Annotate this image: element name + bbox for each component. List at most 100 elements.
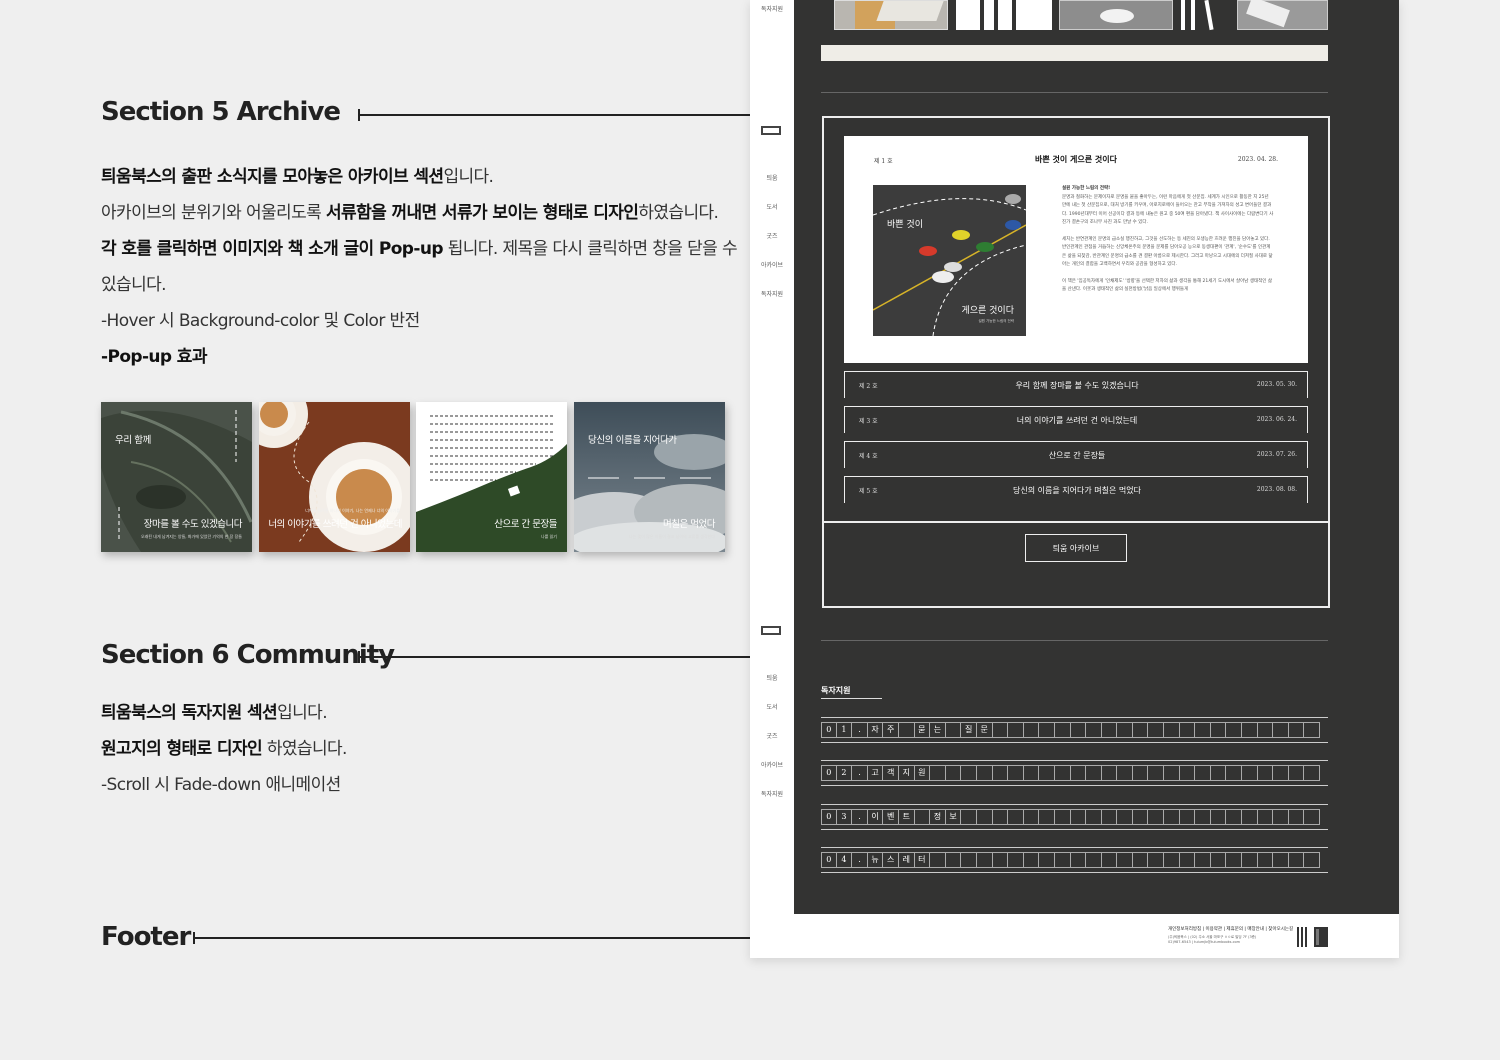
nav-item-tuium[interactable]: 틔움 bbox=[750, 173, 794, 182]
grid-cell bbox=[1258, 765, 1274, 781]
nav-item-community[interactable]: 독자지원 bbox=[750, 789, 794, 798]
grid-cell bbox=[1258, 809, 1274, 825]
issue-popup-card[interactable]: 제 1 호 바쁜 것이 게으른 것이다 2023. 04. 28. 바쁜 것이 … bbox=[844, 136, 1308, 363]
grid-cell bbox=[1024, 765, 1040, 781]
grid-cell bbox=[1273, 722, 1289, 738]
goods-photo bbox=[1237, 0, 1328, 30]
nav-item-goods[interactable]: 굿즈 bbox=[750, 731, 794, 740]
thumbnail-title: 며칠은 먹었다 bbox=[663, 519, 715, 530]
grid-cell bbox=[1289, 852, 1305, 868]
issue-title[interactable]: 산으로 간 문장들 bbox=[845, 450, 1309, 461]
grid-cell bbox=[961, 765, 977, 781]
issue-title[interactable]: 너의 이야기를 쓰려던 건 아니었는데 bbox=[845, 415, 1309, 426]
grid-cell bbox=[946, 765, 962, 781]
issue-row-3[interactable]: 제 3 호 너의 이야기를 쓰려던 건 아니었는데 2023. 06. 24. bbox=[844, 406, 1308, 433]
website-mockup: 독자지원 틔움 도서 굿즈 아카이브 독자지원 틔움 도서 굿즈 아카이브 독자… bbox=[750, 0, 1399, 958]
grid-cell bbox=[1008, 765, 1024, 781]
description-line: 아카이브의 분위기와 어울리도록 서류함을 꺼내면 서류가 보이는 형태로 디자… bbox=[101, 195, 741, 231]
body-text: 입니다. bbox=[277, 703, 328, 723]
archive-cabinet: 제 1 호 바쁜 것이 게으른 것이다 2023. 04. 28. 바쁜 것이 … bbox=[822, 116, 1330, 608]
section6-leader-line bbox=[358, 651, 775, 663]
emphasis-text: 틔움북스의 출판 소식지를 모아놓은 아카이브 섹션 bbox=[101, 167, 444, 187]
body-text: 하였습니다. bbox=[262, 739, 348, 759]
issue-title[interactable]: 당신의 이름을 지어다가 며칠은 먹었다 bbox=[845, 485, 1309, 496]
thumbnail-issue-2: 우리 함께 장마를 볼 수도 있겠습니다 오래된 내게 남겨지는 양들, 화가에… bbox=[101, 402, 252, 552]
grid-cell: 고 bbox=[868, 765, 884, 781]
community-title-underline bbox=[821, 698, 882, 699]
nav-item-tuium[interactable]: 틔움 bbox=[750, 673, 794, 682]
footer-company-info: (주)틔움북스 | (02) 주소 서울 마포구 ㅇㅇ로 빌딩 7F (3층) … bbox=[1168, 935, 1256, 945]
grid-cell bbox=[1008, 852, 1024, 868]
section5-description: 틔움북스의 출판 소식지를 모아놓은 아카이브 섹션입니다. 아카이브의 분위기와… bbox=[101, 159, 741, 375]
faq-row[interactable]: 01.자주묻는질문 bbox=[821, 717, 1328, 743]
grid-cell: 스 bbox=[883, 852, 899, 868]
grid-cell: 질 bbox=[961, 722, 977, 738]
grid-cell bbox=[1226, 722, 1243, 738]
nav-item-books[interactable]: 도서 bbox=[750, 202, 794, 211]
emphasis-text: 서류함을 꺼내면 서류가 보이는 형태로 디자인 bbox=[325, 203, 639, 223]
issue-cover-image: 바쁜 것이 게으른 것이다 설원 가능한 느림의 전략 bbox=[873, 185, 1026, 336]
footer-links[interactable]: 개인정보처리방침 | 이용약관 | 제휴문의 | 매장안내 | 찾아오시는길 bbox=[1168, 926, 1293, 932]
issue-date: 2023. 08. 08. bbox=[1256, 486, 1297, 493]
issue-title[interactable]: 우리 함께 장마를 볼 수도 있겠습니다 bbox=[845, 380, 1309, 391]
section-divider bbox=[821, 92, 1328, 93]
grid-cell bbox=[1226, 809, 1243, 825]
section6-description: 틔움북스의 독자지원 섹션입니다. 원고지의 형태로 디자인 하였습니다. -Scr… bbox=[101, 695, 741, 803]
grid-cell bbox=[1242, 765, 1258, 781]
grid-cell bbox=[1086, 852, 1102, 868]
grid-cell bbox=[1102, 852, 1118, 868]
description-line: -Hover 시 Background-color 및 Color 반전 bbox=[101, 303, 741, 339]
grid-cell: 벤 bbox=[883, 809, 899, 825]
grid-cell bbox=[1024, 722, 1040, 738]
grid-cell bbox=[1164, 809, 1180, 825]
issue-row-5[interactable]: 제 5 호 당신의 이름을 지어다가 며칠은 먹었다 2023. 08. 08. bbox=[844, 476, 1308, 503]
nav-item-books[interactable]: 도서 bbox=[750, 702, 794, 711]
cover-label-top: 바쁜 것이 bbox=[887, 220, 923, 230]
section6-title: Section 6 Community bbox=[101, 640, 395, 670]
customer-support-row[interactable]: 02.고객지원 bbox=[821, 760, 1328, 786]
nav-item-community[interactable]: 독자지원 bbox=[750, 289, 794, 298]
grid-cell bbox=[1148, 765, 1165, 781]
grid-cell bbox=[1055, 809, 1071, 825]
nav-menu-icon[interactable] bbox=[761, 126, 781, 135]
grid-cell bbox=[1039, 765, 1055, 781]
section5-title: Section 5 Archive bbox=[101, 97, 341, 127]
grid-cell bbox=[993, 809, 1009, 825]
grid-cell bbox=[1086, 722, 1102, 738]
grid-cell bbox=[1117, 809, 1133, 825]
content-area: 제 1 호 바쁜 것이 게으른 것이다 2023. 04. 28. 바쁜 것이 … bbox=[794, 0, 1399, 914]
newsletter-row[interactable]: 04.뉴스레터 bbox=[821, 847, 1328, 873]
grid-cell bbox=[1226, 852, 1243, 868]
grid-cell: 지 bbox=[899, 765, 915, 781]
description-paragraph: 세치는 반연관계인 문명의 급소실 행진하고, 그것을 선도하는 등 세진의 모… bbox=[1062, 236, 1273, 268]
issue-row-4[interactable]: 제 4 호 산으로 간 문장들 2023. 07. 26. bbox=[844, 441, 1308, 468]
grid-cell: 4 bbox=[837, 852, 853, 868]
issue-date: 2023. 04. 28. bbox=[1237, 156, 1278, 163]
grid-cell bbox=[1164, 722, 1180, 738]
nav-item-community[interactable]: 독자지원 bbox=[750, 4, 794, 13]
grid-cell bbox=[1164, 765, 1180, 781]
grid-cell bbox=[1024, 809, 1040, 825]
grid-cell bbox=[1055, 722, 1071, 738]
body-text: -Scroll 시 Fade-down 애니메이션 bbox=[101, 775, 341, 795]
grid-cell: 레 bbox=[899, 852, 915, 868]
nav-menu-icon[interactable] bbox=[761, 626, 781, 635]
nav-item-goods[interactable]: 굿즈 bbox=[750, 231, 794, 240]
grid-cell bbox=[1086, 765, 1102, 781]
nav-item-archive[interactable]: 아카이브 bbox=[750, 760, 794, 769]
grid-cell bbox=[1195, 722, 1211, 738]
nav-item-archive[interactable]: 아카이브 bbox=[750, 260, 794, 269]
event-info-row[interactable]: 03.이벤트정보 bbox=[821, 804, 1328, 830]
grid-cell bbox=[1133, 809, 1149, 825]
grid-cell: . bbox=[852, 765, 868, 781]
issue-row-2[interactable]: 제 2 호 우리 함께 장마를 볼 수도 있겠습니다 2023. 05. 30. bbox=[844, 371, 1308, 398]
archive-thumbnails: 우리 함께 장마를 볼 수도 있겠습니다 오래된 내게 남겨지는 양들, 화가에… bbox=[101, 402, 725, 552]
grid-cell: 원 bbox=[915, 765, 931, 781]
grid-cell bbox=[1071, 765, 1087, 781]
grid-cell bbox=[1086, 809, 1102, 825]
archive-button[interactable]: 틔움 아카이브 bbox=[1025, 534, 1127, 562]
grid-cell bbox=[961, 809, 977, 825]
grid-cell: 는 bbox=[930, 722, 946, 738]
grid-cell bbox=[1133, 722, 1149, 738]
description-line: -Pop-up 효과 bbox=[101, 339, 741, 375]
